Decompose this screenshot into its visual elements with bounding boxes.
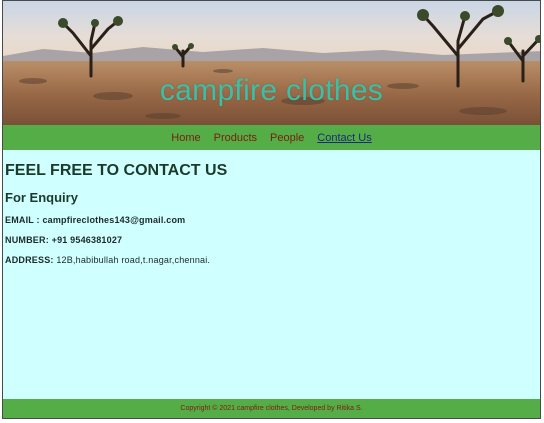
page-frame: campfire clothes Home Products People Co… (2, 0, 541, 419)
contact-section: FEEL FREE TO CONTACT US For Enquiry EMAI… (5, 150, 540, 265)
nav-people-link[interactable]: People (270, 132, 304, 144)
main-nav: Home Products People Contact Us (3, 125, 540, 150)
enquiry-heading: For Enquiry (5, 190, 78, 205)
number-line: NUMBER: +91 9546381027 (5, 235, 540, 245)
address-line: ADDRESS: 12B,habibullah road,t.nagar,che… (5, 255, 540, 265)
email-label: EMAIL : (5, 215, 43, 225)
copyright-text: Copyright © 2021 campfire clothes, Devel… (180, 405, 363, 412)
address-label: ADDRESS: (5, 255, 57, 265)
email-value: campfireclothes143@gmail.com (42, 215, 186, 225)
number-label: NUMBER: (5, 235, 52, 245)
email-line: EMAIL : campfireclothes143@gmail.com (5, 215, 540, 225)
header-banner: campfire clothes (3, 1, 540, 125)
page-title: FEEL FREE TO CONTACT US (5, 162, 228, 179)
address-value: 12B,habibullah road,t.nagar,chennai. (56, 255, 211, 265)
nav-contact-link[interactable]: Contact Us (317, 132, 371, 144)
brand-title: campfire clothes (159, 74, 384, 107)
nav-products-link[interactable]: Products (214, 132, 257, 144)
footer: Copyright © 2021 campfire clothes, Devel… (3, 399, 540, 418)
number-value: +91 9546381027 (51, 235, 123, 245)
nav-home-link[interactable]: Home (171, 132, 200, 144)
